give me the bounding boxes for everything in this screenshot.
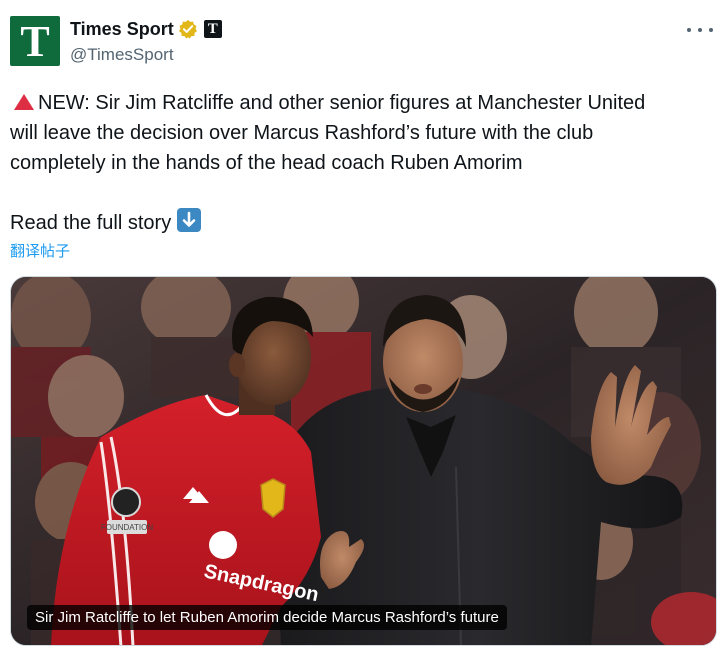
match-photo: FOUNDATION Snapdragon bbox=[11, 277, 716, 645]
tweet-media-image[interactable]: FOUNDATION Snapdragon Sir Jim Ratcliffe … bbox=[10, 276, 717, 646]
tweet-header: T Times Sport T @TimesSport bbox=[10, 14, 715, 68]
down-arrow-button-icon bbox=[177, 208, 202, 232]
tweet-line-3: completely in the hands of the head coac… bbox=[10, 152, 523, 174]
affiliation-badge-icon[interactable]: T bbox=[203, 20, 222, 38]
verified-badge-icon[interactable] bbox=[178, 19, 198, 39]
more-options-icon[interactable] bbox=[687, 20, 713, 40]
tweet-line-1: NEW: Sir Jim Ratcliffe and other senior … bbox=[38, 92, 646, 114]
tweet-line-2: will leave the decision over Marcus Rash… bbox=[10, 122, 594, 144]
translate-post-link[interactable]: 翻译帖子 bbox=[10, 240, 70, 261]
account-names: Times Sport T @TimesSport bbox=[70, 18, 222, 65]
red-triangle-icon bbox=[14, 94, 34, 110]
read-more-text: Read the full story bbox=[10, 212, 172, 234]
shirt-patch-text: FOUNDATION bbox=[101, 523, 154, 532]
avatar[interactable]: T bbox=[10, 16, 60, 66]
tweet-text: NEW: Sir Jim Ratcliffe and other senior … bbox=[10, 88, 715, 238]
display-name[interactable]: Times Sport bbox=[70, 19, 174, 40]
media-caption: Sir Jim Ratcliffe to let Ruben Amorim de… bbox=[27, 605, 507, 630]
account-handle[interactable]: @TimesSport bbox=[70, 45, 222, 65]
